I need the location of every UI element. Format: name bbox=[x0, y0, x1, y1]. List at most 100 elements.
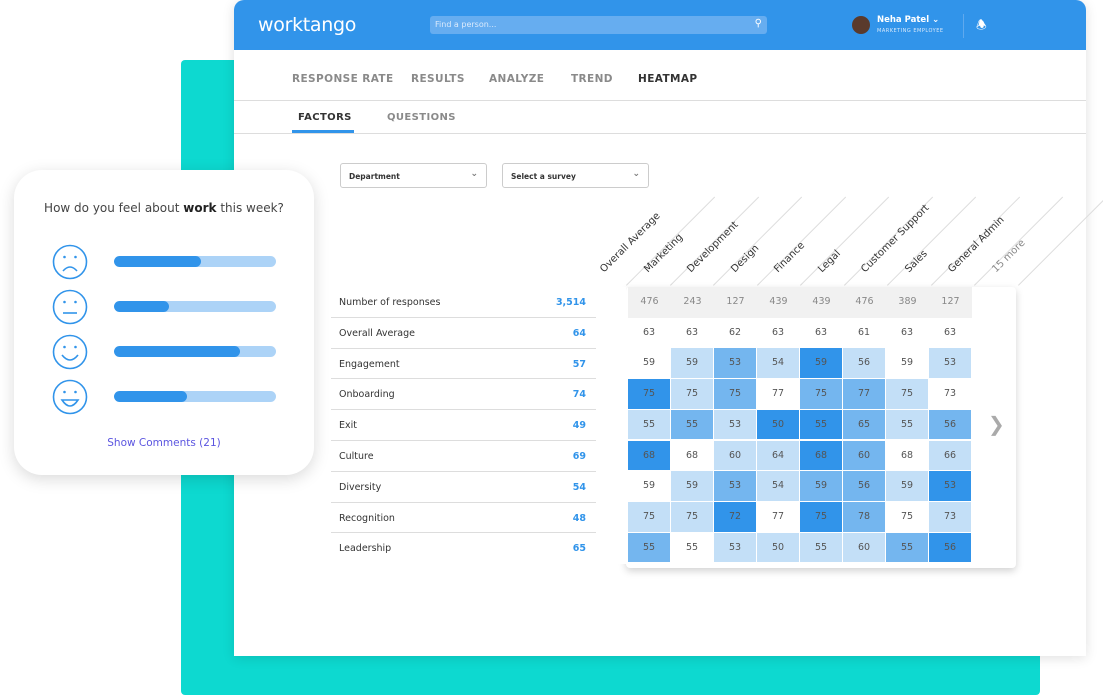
heatmap-cell[interactable]: 66 bbox=[929, 440, 972, 472]
heatmap-cell[interactable]: 53 bbox=[929, 348, 972, 380]
heatmap-cell[interactable]: 75 bbox=[800, 379, 843, 410]
table-row[interactable]: Engagement 57 bbox=[331, 349, 596, 380]
heatmap-cell[interactable]: 63 bbox=[800, 317, 843, 349]
table-row[interactable]: Number of responses 3,514 bbox=[331, 287, 596, 318]
search-input[interactable]: Find a person... ⚲ bbox=[430, 16, 767, 34]
subtab-factors[interactable]: FACTORS bbox=[298, 112, 352, 123]
heatmap-cell[interactable]: 75 bbox=[886, 379, 929, 410]
heatmap-cell[interactable]: 75 bbox=[628, 501, 671, 533]
avatar[interactable] bbox=[852, 16, 870, 34]
heatmap-cell[interactable]: 63 bbox=[628, 317, 671, 349]
heatmap-cell[interactable]: 61 bbox=[843, 317, 886, 349]
heatmap-cell[interactable]: 55 bbox=[800, 409, 843, 441]
heatmap-cell[interactable]: 68 bbox=[671, 440, 714, 472]
heatmap-cell[interactable]: 53 bbox=[714, 348, 757, 380]
grin-face-icon bbox=[52, 379, 88, 415]
heatmap-cell[interactable]: 55 bbox=[886, 409, 929, 441]
heatmap-cell[interactable]: 59 bbox=[886, 471, 929, 502]
heatmap-cell[interactable]: 56 bbox=[843, 471, 886, 502]
heatmap-cell[interactable]: 53 bbox=[714, 532, 757, 564]
heatmap-cell[interactable]: 59 bbox=[671, 348, 714, 380]
heatmap-cell[interactable]: 53 bbox=[714, 409, 757, 441]
heatmap-cell[interactable]: 54 bbox=[757, 471, 800, 502]
table-row[interactable]: Recognition 48 bbox=[331, 503, 596, 534]
tab-analyze[interactable]: ANALYZE bbox=[489, 73, 544, 85]
heatmap-cell[interactable]: 75 bbox=[671, 379, 714, 410]
heatmap-cell[interactable]: 60 bbox=[843, 440, 886, 472]
heatmap-cell[interactable]: 60 bbox=[714, 440, 757, 472]
heatmap-cell[interactable]: 55 bbox=[886, 532, 929, 564]
heatmap-cell[interactable]: 77 bbox=[843, 379, 886, 410]
heatmap-cell[interactable]: 56 bbox=[929, 532, 972, 564]
subtab-questions[interactable]: QUESTIONS bbox=[387, 112, 456, 123]
heatmap-cell[interactable]: 77 bbox=[757, 501, 800, 533]
heatmap-cell[interactable]: 54 bbox=[757, 348, 800, 380]
table-row[interactable]: Leadership 65 bbox=[331, 533, 596, 564]
heatmap-cell[interactable]: 56 bbox=[929, 409, 972, 441]
heatmap-cell[interactable]: 77 bbox=[757, 379, 800, 410]
table-row[interactable]: Onboarding 74 bbox=[331, 379, 596, 411]
table-row[interactable]: Diversity 54 bbox=[331, 472, 596, 503]
heatmap-cell[interactable]: 50 bbox=[757, 409, 800, 441]
tab-results[interactable]: RESULTS bbox=[411, 73, 465, 85]
heatmap-cell[interactable]: 59 bbox=[800, 471, 843, 502]
logo[interactable]: worktango bbox=[258, 14, 356, 36]
response-bar-fill bbox=[114, 256, 202, 267]
heatmap-cell[interactable]: 59 bbox=[671, 471, 714, 502]
heatmap-cell[interactable]: 75 bbox=[628, 379, 671, 410]
heatmap-cell[interactable]: 68 bbox=[886, 440, 929, 472]
heatmap-cell[interactable]: 60 bbox=[843, 532, 886, 564]
heatmap-cell[interactable]: 75 bbox=[800, 501, 843, 533]
heatmap-cell[interactable]: 68 bbox=[800, 440, 843, 472]
bell-icon[interactable]: 🕭 bbox=[976, 16, 987, 37]
heatmap-cell[interactable]: 75 bbox=[886, 501, 929, 533]
heatmap-cell[interactable]: 53 bbox=[929, 471, 972, 502]
heatmap-cell[interactable]: 63 bbox=[886, 317, 929, 349]
tab-trend[interactable]: TREND bbox=[571, 73, 613, 85]
heatmap-cell[interactable]: 73 bbox=[929, 501, 972, 533]
user-menu[interactable]: Neha Patel ⌄ bbox=[877, 15, 939, 25]
chevron-down-icon: ⌄ bbox=[470, 169, 478, 179]
heatmap-cell[interactable]: 63 bbox=[929, 317, 972, 349]
heatmap-cell[interactable]: 75 bbox=[714, 379, 757, 410]
heatmap-cell[interactable]: 59 bbox=[886, 348, 929, 380]
tab-response-rate[interactable]: RESPONSE RATE bbox=[292, 73, 394, 85]
response-count-cell: 439 bbox=[800, 287, 843, 318]
heatmap-cell[interactable]: 55 bbox=[671, 409, 714, 441]
tab-heatmap[interactable]: HEATMAP bbox=[638, 73, 698, 85]
heatmap-cell[interactable]: 55 bbox=[628, 532, 671, 564]
heatmap-cell[interactable]: 59 bbox=[628, 348, 671, 380]
search-icon[interactable]: ⚲ bbox=[755, 18, 762, 29]
heatmap-cell[interactable]: 55 bbox=[800, 532, 843, 564]
heatmap-cell[interactable]: 53 bbox=[714, 471, 757, 502]
heatmap-cell[interactable]: 78 bbox=[843, 501, 886, 533]
heatmap-cell[interactable]: 73 bbox=[929, 379, 972, 410]
heatmap-cell[interactable]: 72 bbox=[714, 501, 757, 533]
response-bar-fill bbox=[114, 346, 241, 357]
heatmap-cell[interactable]: 75 bbox=[671, 501, 714, 533]
table-row[interactable]: Overall Average 64 bbox=[331, 318, 596, 349]
heatmap-cell[interactable]: 65 bbox=[843, 409, 886, 441]
main-tabs: RESPONSE RATE RESULTS ANALYZE TREND HEAT… bbox=[234, 50, 1086, 101]
row-total: 74 bbox=[572, 389, 586, 401]
heatmap-cell[interactable]: 59 bbox=[800, 348, 843, 380]
survey-dropdown[interactable]: Select a survey ⌄ bbox=[502, 163, 649, 188]
heatmap-cell[interactable]: 55 bbox=[671, 532, 714, 564]
survey-question: How do you feel about work this week? bbox=[44, 201, 284, 215]
chevron-right-icon[interactable]: ❯ bbox=[988, 412, 1005, 436]
heatmap-cell[interactable]: 68 bbox=[628, 440, 671, 472]
heatmap-cell[interactable]: 56 bbox=[843, 348, 886, 380]
heatmap-cell[interactable]: 62 bbox=[714, 317, 757, 349]
department-dropdown[interactable]: Department ⌄ bbox=[340, 163, 487, 188]
row-label: Recognition bbox=[339, 512, 395, 524]
heatmap-cell[interactable]: 55 bbox=[628, 409, 671, 441]
heatmap-cell[interactable]: 63 bbox=[671, 317, 714, 349]
table-row[interactable]: Exit 49 bbox=[331, 410, 596, 441]
sub-tabs: FACTORS QUESTIONS bbox=[234, 101, 1086, 134]
heatmap-cell[interactable]: 50 bbox=[757, 532, 800, 564]
heatmap-cell[interactable]: 64 bbox=[757, 440, 800, 472]
heatmap-cell[interactable]: 59 bbox=[628, 471, 671, 502]
table-row[interactable]: Culture 69 bbox=[331, 441, 596, 472]
show-comments-link[interactable]: Show Comments (21) bbox=[14, 437, 314, 449]
heatmap-cell[interactable]: 63 bbox=[757, 317, 800, 349]
